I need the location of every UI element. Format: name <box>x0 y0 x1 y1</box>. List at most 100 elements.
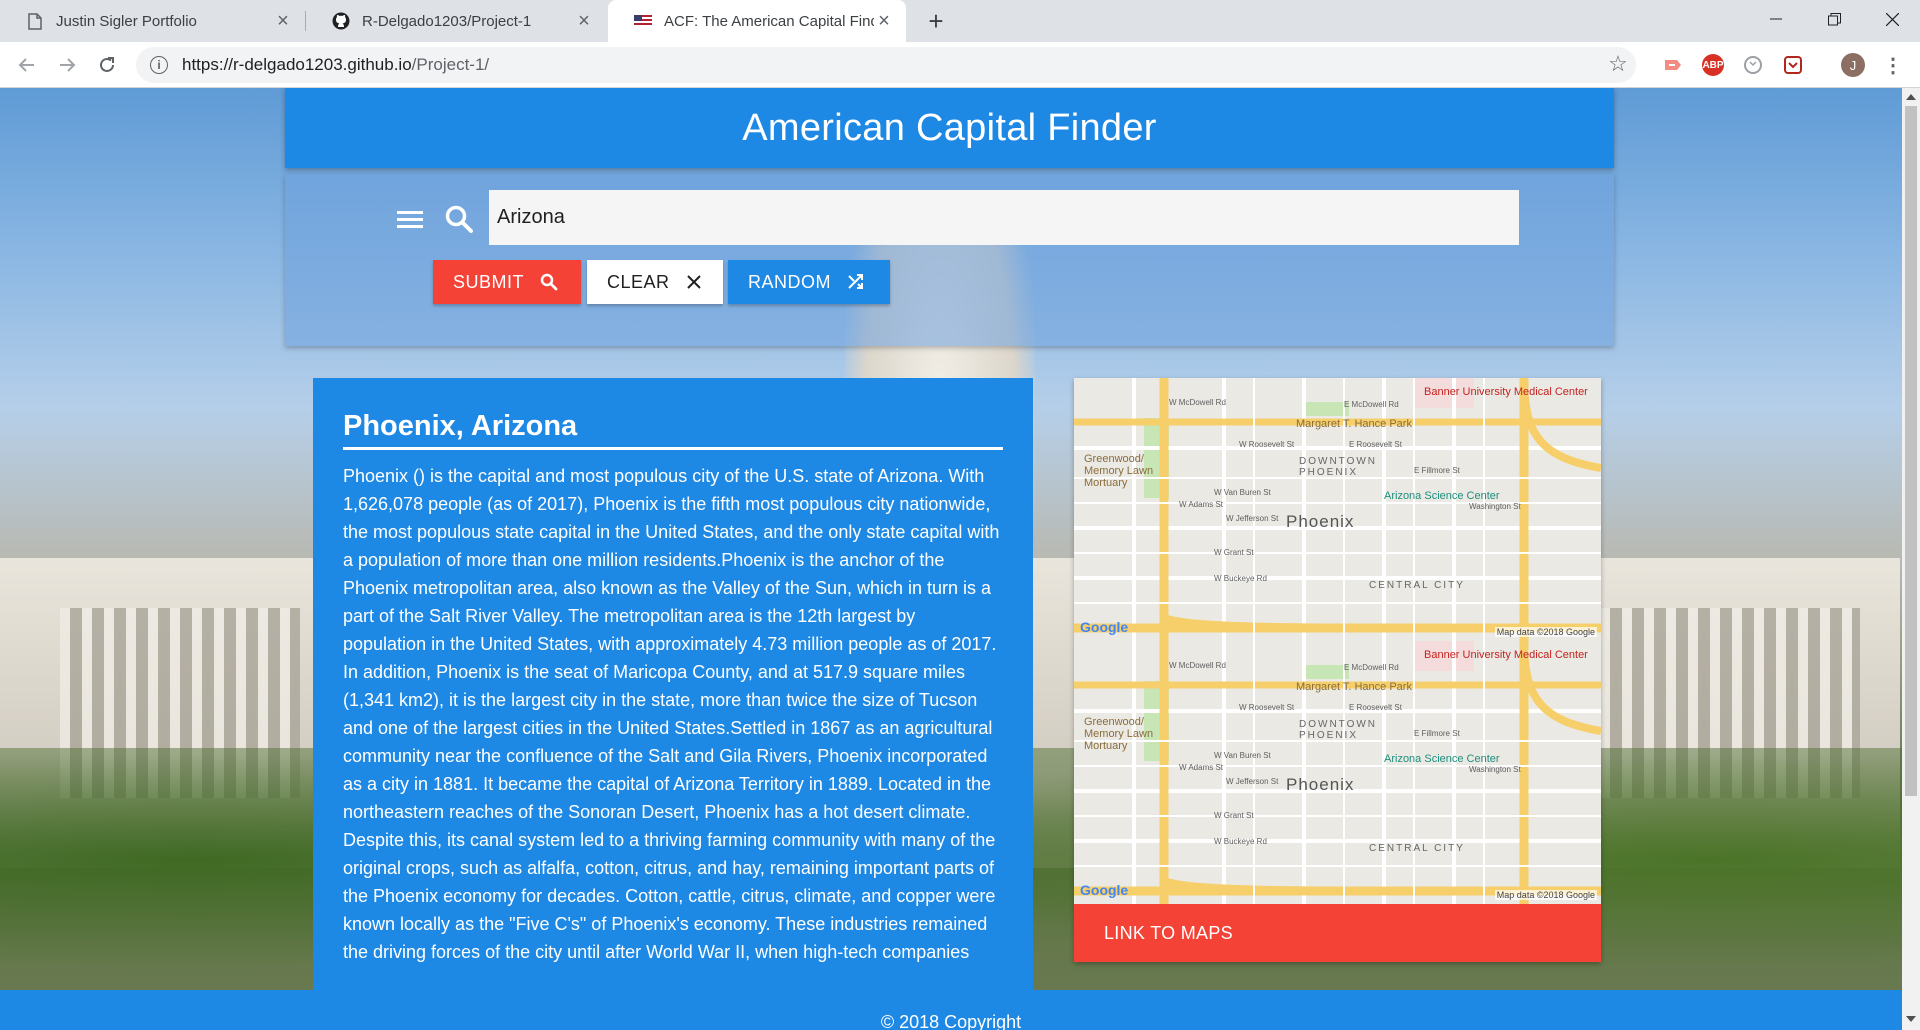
map-attribution: Map data ©2018 Google <box>1494 627 1597 637</box>
bookmark-star-icon[interactable]: ☆ <box>1606 51 1630 76</box>
browser-menu-icon[interactable]: ⋮ <box>1882 54 1904 77</box>
google-logo: Google <box>1080 619 1129 635</box>
new-tab-button[interactable]: + <box>922 6 950 36</box>
hamburger-menu-icon[interactable] <box>395 204 425 234</box>
page-viewport: American Capital Finder SUBMIT CLEAR RAN… <box>0 88 1902 1030</box>
clear-label: CLEAR <box>607 271 670 292</box>
site-header: American Capital Finder <box>285 88 1614 168</box>
search-icon <box>540 273 558 291</box>
map-label: Banner University Medical Center <box>1424 649 1588 661</box>
submit-button[interactable]: SUBMIT <box>433 260 581 304</box>
capital-info-card: Phoenix, Arizona Phoenix () is the capit… <box>313 378 1033 1030</box>
submit-label: SUBMIT <box>453 271 525 292</box>
tab-american-capital-finder[interactable]: ACF: The American Capital Finder × <box>608 0 906 42</box>
url-path: /Project-1/ <box>411 55 490 74</box>
scrollbar-thumb[interactable] <box>1905 106 1917 796</box>
browser-tabstrip: Justin Sigler Portfolio × R-Delgado1203/… <box>0 0 1920 42</box>
clear-button[interactable]: CLEAR <box>587 260 723 304</box>
map-label: W Buckeye Rd <box>1214 837 1267 846</box>
map-city-label: Phoenix <box>1286 775 1355 794</box>
tab-github-project[interactable]: R-Delgado1203/Project-1 × <box>306 0 606 42</box>
search-icon <box>442 202 476 236</box>
map-label: W Buckeye Rd <box>1214 574 1267 583</box>
random-label: RANDOM <box>748 271 831 292</box>
map-label: W Van Buren St <box>1214 751 1271 760</box>
map-card: Banner University Medical Center Margare… <box>1074 378 1601 962</box>
city-description: Phoenix () is the capital and most popul… <box>343 466 1000 962</box>
tab-justin-sigler-portfolio[interactable]: Justin Sigler Portfolio × <box>0 0 305 42</box>
map-label: W Grant St <box>1214 811 1254 820</box>
url-host: https://r-delgado1203.github.io <box>182 55 412 74</box>
map-label: CENTRAL CITY <box>1369 843 1465 854</box>
minimize-button[interactable] <box>1748 0 1804 38</box>
close-icon[interactable]: × <box>273 10 293 32</box>
map-label: Washington St <box>1469 502 1521 511</box>
close-icon[interactable]: × <box>874 10 894 32</box>
browser-toolbar: i https://r-delgado1203.github.io/Projec… <box>0 42 1920 88</box>
scroll-up-arrow-icon[interactable] <box>1906 94 1916 100</box>
map-label: W Roosevelt St <box>1239 703 1295 712</box>
map-label: W Adams St <box>1179 763 1224 772</box>
profile-avatar[interactable]: J <box>1841 53 1865 77</box>
link-to-maps-button[interactable]: LINK TO MAPS <box>1074 904 1601 962</box>
google-logo: Google <box>1080 882 1129 898</box>
map-attribution: Map data ©2018 Google <box>1494 890 1597 900</box>
extension-circle-icon[interactable] <box>1742 54 1764 76</box>
pocket-extension-icon[interactable] <box>1782 54 1804 76</box>
search-input[interactable] <box>489 190 1519 245</box>
tab-title: R-Delgado1203/Project-1 <box>362 12 532 30</box>
page-icon <box>26 12 44 30</box>
page-footer: © 2018 Copyright <box>0 990 1902 1030</box>
cast-extension-icon[interactable] <box>1662 54 1684 76</box>
map-label: Margaret T. Hance Park <box>1296 681 1412 693</box>
map-label: DOWNTOWN PHOENIX <box>1299 456 1378 478</box>
map-label: Washington St <box>1469 765 1521 774</box>
map-label: W McDowell Rd <box>1169 398 1226 407</box>
back-button[interactable] <box>12 50 42 80</box>
map-label: Margaret T. Hance Park <box>1296 418 1412 430</box>
map-city-label: Phoenix <box>1286 512 1355 531</box>
close-icon <box>686 274 702 290</box>
map-label: DOWNTOWN PHOENIX <box>1299 719 1378 741</box>
map-image[interactable]: Banner University Medical Center Margare… <box>1074 378 1601 641</box>
map-label: Arizona Science Center <box>1384 490 1500 502</box>
map-label: W Jefferson St <box>1226 777 1279 786</box>
map-label: E Roosevelt St <box>1349 440 1402 449</box>
map-label: W Van Buren St <box>1214 488 1271 497</box>
github-icon <box>332 12 350 30</box>
map-label: Greenwood/ Memory Lawn Mortuary <box>1084 453 1154 489</box>
address-bar[interactable]: i https://r-delgado1203.github.io/Projec… <box>136 47 1636 83</box>
map-label: W Grant St <box>1214 548 1254 557</box>
reload-button[interactable] <box>92 50 122 80</box>
search-panel: SUBMIT CLEAR RANDOM <box>285 174 1614 346</box>
close-window-button[interactable] <box>1864 0 1920 38</box>
page-scrollbar[interactable] <box>1902 88 1920 1030</box>
map-label: Greenwood/ Memory Lawn Mortuary <box>1084 716 1154 752</box>
tab-title: ACF: The American Capital Finder <box>664 12 874 30</box>
shuffle-icon <box>847 273 865 291</box>
map-label: E Fillmore St <box>1414 466 1460 475</box>
tab-title: Justin Sigler Portfolio <box>56 12 197 30</box>
page-title: American Capital Finder <box>742 106 1157 149</box>
forward-button[interactable] <box>52 50 82 80</box>
us-flag-icon <box>634 12 652 30</box>
city-title: Phoenix, Arizona <box>343 410 1003 450</box>
random-button[interactable]: RANDOM <box>728 260 890 304</box>
site-info-icon[interactable]: i <box>150 56 168 74</box>
map-label: W McDowell Rd <box>1169 661 1226 670</box>
close-icon[interactable]: × <box>574 10 594 32</box>
map-label: W Jefferson St <box>1226 514 1279 523</box>
map-image[interactable]: Banner University Medical Center Margare… <box>1074 641 1601 904</box>
map-label: CENTRAL CITY <box>1369 580 1465 591</box>
abp-icon[interactable]: ABP <box>1702 54 1724 76</box>
map-label: Banner University Medical Center <box>1424 386 1588 398</box>
map-label: W Adams St <box>1179 500 1224 509</box>
scroll-down-arrow-icon[interactable] <box>1906 1016 1916 1022</box>
map-label: E Roosevelt St <box>1349 703 1402 712</box>
map-label: E McDowell Rd <box>1344 400 1399 409</box>
restore-button[interactable] <box>1806 0 1862 38</box>
copyright-text: © 2018 Copyright <box>880 1012 1022 1030</box>
map-label: E McDowell Rd <box>1344 663 1399 672</box>
map-label: Arizona Science Center <box>1384 753 1500 765</box>
map-label: W Roosevelt St <box>1239 440 1295 449</box>
